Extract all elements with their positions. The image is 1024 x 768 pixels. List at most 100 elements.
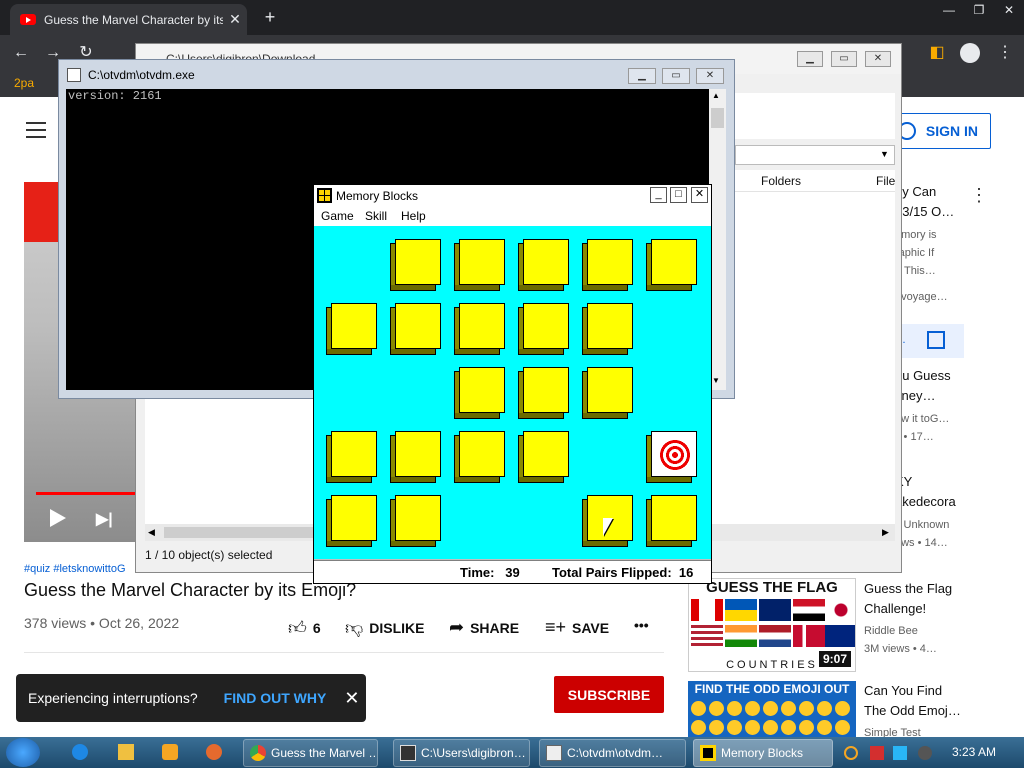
menu-help[interactable]: Help [401, 209, 426, 223]
taskbar-chrome[interactable]: Guess the Marvel … [243, 739, 378, 767]
toast-close-icon[interactable]: ✕ [344, 688, 359, 709]
start-button[interactable] [6, 738, 40, 767]
folder-icon[interactable] [118, 744, 134, 760]
tile-bottom [454, 477, 500, 483]
console-maximize-button[interactable]: ▭ [662, 68, 690, 84]
console-scroll-thumb[interactable] [711, 108, 724, 128]
memory-block[interactable] [454, 303, 505, 355]
memory-block[interactable] [390, 431, 441, 483]
volume-tray-icon[interactable] [918, 746, 932, 760]
explorer-minimize-button[interactable]: ▁ [797, 51, 823, 67]
rec-title[interactable]: Challenge! [864, 601, 926, 616]
browser-tab[interactable]: Guess the Marvel Character by its Emoji?… [10, 4, 247, 35]
taskbar-console[interactable]: C:\otvdm\otvdm… [539, 739, 686, 767]
menu-game[interactable]: Game [321, 209, 354, 223]
close-button[interactable]: ✕ [994, 0, 1024, 22]
open-external-icon[interactable] [927, 331, 945, 349]
bookmark-item[interactable]: 2pa [14, 76, 34, 90]
more-vert-icon[interactable]: ⋮ [970, 185, 988, 206]
memory-block[interactable] [518, 239, 569, 291]
memory-block[interactable] [518, 367, 569, 419]
memory-block[interactable] [326, 303, 377, 355]
taskbar-clock[interactable]: 3:23 AM [952, 745, 996, 759]
scroll-right-icon[interactable]: ▶ [882, 527, 889, 538]
extension-icon[interactable]: ◧ [928, 44, 946, 62]
rec-title-line[interactable]: 13/15 O… [895, 204, 954, 219]
memory-block[interactable] [390, 495, 441, 547]
memory-block[interactable] [582, 303, 633, 355]
column-folders[interactable]: Folders [761, 174, 801, 188]
save-button[interactable]: ≡+ SAVE [545, 617, 609, 638]
memory-minimize-button[interactable]: _ [650, 187, 667, 203]
scroll-thumb[interactable] [164, 527, 324, 538]
back-arrow-icon[interactable]: ← [12, 44, 30, 62]
tile-face [459, 431, 505, 477]
sign-in-button[interactable]: SIGN IN [888, 113, 991, 149]
explorer-address-bar[interactable] [735, 145, 895, 165]
rec-thumbnail-emoji[interactable]: FIND THE ODD EMOJI OUT [688, 681, 856, 741]
emoji-icon [691, 720, 706, 735]
memory-block[interactable] [582, 239, 633, 291]
more-actions-button[interactable]: ••• [634, 617, 649, 633]
rec-title[interactable]: The Odd Emoj… [864, 703, 961, 718]
tile-bottom [518, 477, 564, 483]
memory-close-button[interactable]: ✕ [691, 187, 708, 203]
task-label: Guess the Marvel … [271, 746, 378, 760]
memory-block[interactable] [390, 303, 441, 355]
memory-block[interactable] [454, 367, 505, 419]
like-count: 6 [312, 620, 321, 636]
rec-title[interactable]: Guess the Flag [864, 581, 952, 596]
memory-maximize-button[interactable]: □ [670, 187, 687, 203]
like-button[interactable]: 👍︎ 6 [288, 617, 321, 639]
taskbar-memory-blocks[interactable]: Memory Blocks [693, 739, 833, 767]
share-button[interactable]: ➦ SHARE [449, 617, 519, 638]
memory-block[interactable] [646, 239, 697, 291]
memory-block[interactable] [582, 367, 633, 419]
column-file[interactable]: File [876, 174, 895, 188]
address-dropdown-icon[interactable]: ▼ [880, 149, 889, 159]
play-icon[interactable] [50, 509, 66, 527]
flag-tray-icon[interactable] [870, 746, 884, 760]
ie-icon[interactable] [72, 744, 88, 760]
memory-block[interactable] [390, 239, 441, 291]
memory-block[interactable] [454, 431, 505, 483]
profile-avatar-icon[interactable] [960, 43, 980, 63]
memory-block[interactable] [518, 303, 569, 355]
taskbar-explorer[interactable]: C:\Users\digibron… [393, 739, 530, 767]
rec-title-line[interactable]: akedecora [895, 494, 956, 509]
hamburger-menu-icon[interactable] [26, 122, 46, 138]
scroll-left-icon[interactable]: ◀ [148, 527, 155, 538]
subscribe-button[interactable]: SUBSCRIBE [554, 676, 664, 713]
console-close-button[interactable]: ✕ [696, 68, 724, 84]
rec-title-line[interactable]: ou Guess [895, 368, 951, 383]
memory-block[interactable] [326, 431, 377, 483]
scroll-down-icon[interactable]: ▼ [712, 376, 720, 385]
search-tray-icon[interactable] [844, 746, 858, 760]
menu-skill[interactable]: Skill [365, 209, 387, 223]
rec-title[interactable]: Can You Find [864, 683, 942, 698]
revealed-tile[interactable] [646, 431, 697, 483]
minimize-button[interactable]: — [934, 0, 964, 22]
media-player-icon[interactable] [162, 744, 178, 760]
browser-tab-title: Guess the Marvel Character by its Emoji? [44, 12, 223, 27]
scroll-up-icon[interactable]: ▲ [712, 91, 720, 100]
memory-block[interactable] [454, 239, 505, 291]
memory-block[interactable] [518, 431, 569, 483]
tile-bottom [390, 349, 436, 355]
tab-close-icon[interactable]: ✕ [223, 11, 247, 28]
maximize-button[interactable]: ❐ [964, 0, 994, 22]
memory-block[interactable] [326, 495, 377, 547]
browser-menu-icon[interactable]: ⋮ [996, 44, 1014, 62]
console-minimize-button[interactable]: ▁ [628, 68, 656, 84]
dislike-button[interactable]: 👎︎ DISLIKE [345, 617, 425, 639]
explorer-maximize-button[interactable]: ▭ [831, 51, 857, 67]
paint-icon[interactable] [206, 744, 222, 760]
memory-block[interactable] [646, 495, 697, 547]
new-tab-button[interactable]: + [258, 6, 282, 30]
explorer-close-button[interactable]: ✕ [865, 51, 891, 67]
video-hashtags[interactable]: #quiz #letsknowittoG [24, 563, 126, 575]
find-out-why-link[interactable]: FIND OUT WHY [224, 690, 327, 706]
monitor-tray-icon[interactable] [893, 746, 907, 760]
rec-channel[interactable]: Riddle Bee [864, 625, 918, 637]
next-video-icon[interactable]: ▶| [96, 509, 113, 529]
